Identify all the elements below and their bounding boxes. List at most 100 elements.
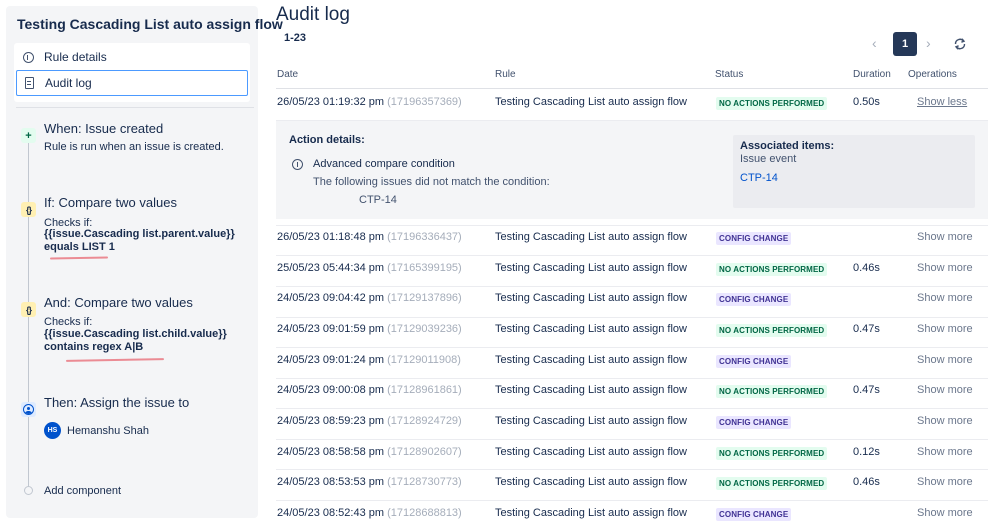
person-icon — [21, 402, 36, 417]
status-badge: CONFIG CHANGE — [716, 232, 792, 245]
menu-item-rule-details[interactable]: Rule details — [16, 44, 248, 70]
execution-date: 25/05/23 05:44:34 pm — [277, 262, 385, 274]
annotation-underline — [49, 256, 109, 260]
status-badge: CONFIG CHANGE — [716, 416, 792, 429]
chevron-right-icon[interactable]: › — [926, 35, 931, 51]
execution-id: (17128924729) — [387, 415, 462, 427]
show-more-link[interactable]: Show more — [917, 323, 973, 335]
table-row-rule: Testing Cascading List auto assign flow — [495, 231, 687, 243]
show-more-link[interactable]: Show more — [917, 262, 973, 274]
show-more-link[interactable]: Show more — [917, 292, 973, 304]
rule-title: Testing Cascading List auto assign flow — [17, 16, 283, 32]
condition1-operator: equals LIST 1 — [44, 241, 115, 253]
execution-id: (17128902607) — [387, 446, 462, 458]
row-divider — [276, 378, 988, 379]
header-divider — [276, 88, 988, 89]
table-row-date: 24/05/23 08:53:53 pm (17128730773) — [277, 476, 462, 488]
table-row-date: 26/05/23 01:19:32 pm (17196357369) — [277, 96, 462, 108]
table-row-rule: Testing Cascading List auto assign flow — [495, 292, 687, 304]
chevron-left-icon[interactable]: ‹ — [872, 35, 877, 51]
execution-id: (17129011908) — [387, 354, 461, 366]
assignee-name: Hemanshu Shah — [67, 424, 149, 437]
status-badge: CONFIG CHANGE — [716, 293, 792, 306]
execution-id: (17128688813) — [387, 507, 462, 519]
menu-item-label: Audit log — [45, 76, 92, 90]
column-header-duration: Duration — [853, 69, 891, 80]
menu-divider — [16, 107, 254, 108]
show-more-link[interactable]: Show more — [917, 476, 973, 488]
condition1-title[interactable]: If: Compare two values — [44, 195, 177, 210]
show-more-link[interactable]: Show more — [917, 354, 973, 366]
execution-date: 24/05/23 08:52:43 pm — [277, 507, 385, 519]
braces-icon: {} — [21, 202, 36, 217]
table-row-duration: 0.47s — [853, 384, 880, 396]
show-more-link[interactable]: Show more — [917, 446, 973, 458]
table-row-date: 26/05/23 01:18:48 pm (17196336437) — [277, 231, 462, 243]
execution-date: 24/05/23 09:04:42 pm — [277, 292, 385, 304]
status-badge: CONFIG CHANGE — [716, 355, 792, 368]
page-title: Audit log — [276, 4, 350, 25]
table-row-rule: Testing Cascading List auto assign flow — [495, 476, 687, 488]
menu-item-audit-log[interactable]: Audit log — [16, 70, 248, 96]
status-badge: NO ACTIONS PERFORMED — [716, 477, 828, 490]
column-header-operations: Operations — [908, 69, 957, 80]
table-row-date: 24/05/23 09:01:59 pm (17129039236) — [277, 323, 462, 335]
execution-id: (17128730773) — [387, 476, 462, 488]
table-row-rule: Testing Cascading List auto assign flow — [495, 384, 687, 396]
trigger-title[interactable]: When: Issue created — [44, 121, 163, 136]
column-header-rule: Rule — [495, 69, 516, 80]
table-row-date: 25/05/23 05:44:34 pm (17165399195) — [277, 262, 462, 274]
execution-date: 24/05/23 08:58:58 pm — [277, 446, 385, 458]
row-divider — [276, 347, 988, 348]
execution-id: (17129039236) — [387, 323, 462, 335]
pagination-current-page[interactable]: 1 — [893, 32, 917, 56]
row-divider — [276, 469, 988, 470]
condition2-title[interactable]: And: Compare two values — [44, 295, 193, 310]
table-row-date: 24/05/23 09:04:42 pm (17129137896) — [277, 292, 462, 304]
show-more-link[interactable]: Show more — [917, 231, 973, 243]
assignee: HS Hemanshu Shah — [44, 422, 149, 439]
show-more-link[interactable]: Show more — [917, 507, 973, 519]
condition-description: The following issues did not match the c… — [313, 176, 550, 188]
condition1-expression: {{issue.Cascading list.parent.value}} — [44, 228, 235, 240]
execution-id: (17165399195) — [387, 262, 462, 274]
add-component-link[interactable]: Add component — [44, 485, 121, 497]
table-row-rule: Testing Cascading List auto assign flow — [495, 446, 687, 458]
table-row-rule: Testing Cascading List auto assign flow — [495, 354, 687, 366]
table-row-rule: Testing Cascading List auto assign flow — [495, 323, 687, 335]
execution-date: 24/05/23 08:53:53 pm — [277, 476, 385, 488]
table-row-date: 24/05/23 09:01:24 pm (17129011908) — [277, 354, 461, 366]
document-icon — [22, 76, 36, 90]
execution-date: 24/05/23 08:59:23 pm — [277, 415, 385, 427]
condition2-expression: {{issue.Cascading list.child.value}} — [44, 328, 227, 340]
associated-issue-link[interactable]: CTP-14 — [740, 172, 778, 184]
row-divider — [276, 439, 988, 440]
show-less-link[interactable]: Show less — [917, 96, 967, 108]
status-badge: NO ACTIONS PERFORMED — [716, 97, 828, 110]
status-badge: NO ACTIONS PERFORMED — [716, 324, 828, 337]
add-component-dot-icon — [24, 486, 33, 495]
table-row-date: 24/05/23 08:58:58 pm (17128902607) — [277, 446, 462, 458]
table-row-duration: 0.50s — [853, 96, 880, 108]
table-row-date: 24/05/23 08:59:23 pm (17128924729) — [277, 415, 462, 427]
status-badge: NO ACTIONS PERFORMED — [716, 385, 828, 398]
table-row-rule: Testing Cascading List auto assign flow — [495, 507, 687, 519]
column-header-status: Status — [715, 69, 744, 80]
execution-date: 26/05/23 01:18:48 pm — [277, 231, 385, 243]
execution-date: 24/05/23 09:01:24 pm — [277, 354, 385, 366]
table-row-rule: Testing Cascading List auto assign flow — [495, 262, 687, 274]
action-title[interactable]: Then: Assign the issue to — [44, 395, 189, 410]
show-more-link[interactable]: Show more — [917, 415, 973, 427]
status-badge: NO ACTIONS PERFORMED — [716, 263, 828, 276]
status-badge: NO ACTIONS PERFORMED — [716, 447, 828, 460]
row-divider — [276, 408, 988, 409]
associated-item-type: Issue event — [740, 153, 797, 165]
execution-id: (17129137896) — [387, 292, 462, 304]
execution-id: (17196336437) — [387, 231, 462, 243]
associated-items-box: Associated items: Issue event CTP-14 — [733, 135, 975, 208]
result-range: 1-23 — [284, 32, 307, 44]
condition2-checks-label: Checks if: — [44, 316, 93, 328]
refresh-icon[interactable] — [953, 37, 967, 51]
show-more-link[interactable]: Show more — [917, 384, 973, 396]
execution-id: (17128961861) — [387, 384, 462, 396]
